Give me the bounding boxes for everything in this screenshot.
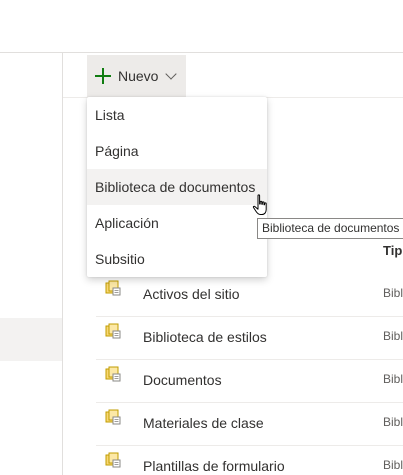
- list-item-type: Bibl: [383, 372, 403, 386]
- new-dropdown-menu: Lista Página Biblioteca de documentos Ap…: [87, 97, 267, 277]
- list-item-name[interactable]: Documentos: [143, 372, 222, 388]
- tooltip: Biblioteca de documentos: [257, 218, 403, 239]
- list-item-name[interactable]: Biblioteca de estilos: [143, 329, 267, 345]
- new-button[interactable]: Nuevo: [87, 55, 186, 97]
- list-item-type: Bibl: [383, 458, 403, 472]
- left-navigation: [0, 53, 63, 475]
- list-item[interactable]: Materiales de clase Bibl: [96, 402, 403, 446]
- list-item-name[interactable]: Plantillas de formulario: [143, 458, 285, 474]
- menu-item-app[interactable]: Aplicación: [87, 205, 267, 241]
- document-library-icon: [105, 280, 121, 296]
- plus-icon: [95, 68, 111, 84]
- menu-item-page[interactable]: Página: [87, 133, 267, 169]
- list-item-name[interactable]: Materiales de clase: [143, 415, 264, 431]
- document-library-icon: [105, 323, 121, 339]
- hand-cursor-icon: [252, 194, 267, 215]
- page: Nuevo Tip Activos del sitio Bibl Bibliot…: [0, 0, 403, 475]
- list-item[interactable]: Biblioteca de estilos Bibl: [96, 316, 403, 360]
- column-header-type[interactable]: Tip: [383, 243, 402, 258]
- menu-item-document-library[interactable]: Biblioteca de documentos: [87, 169, 267, 205]
- left-nav-selected-item[interactable]: [0, 318, 62, 361]
- list-item[interactable]: Plantillas de formulario Bibl: [96, 445, 403, 475]
- list-item[interactable]: Activos del sitio Bibl: [96, 273, 403, 317]
- list-item-type: Bibl: [383, 415, 403, 429]
- chevron-down-icon: [165, 68, 178, 80]
- menu-item-subsite[interactable]: Subsitio: [87, 241, 267, 277]
- list-item-type: Bibl: [383, 329, 403, 343]
- list-item-name[interactable]: Activos del sitio: [143, 286, 239, 302]
- document-library-icon: [105, 366, 121, 382]
- new-button-label: Nuevo: [118, 68, 159, 84]
- top-bar: [0, 0, 403, 53]
- list-item-type: Bibl: [383, 286, 403, 300]
- menu-item-list[interactable]: Lista: [87, 97, 267, 133]
- document-library-icon: [105, 452, 121, 468]
- list-item[interactable]: Documentos Bibl: [96, 359, 403, 403]
- document-library-icon: [105, 409, 121, 425]
- command-bar: Nuevo: [63, 53, 403, 98]
